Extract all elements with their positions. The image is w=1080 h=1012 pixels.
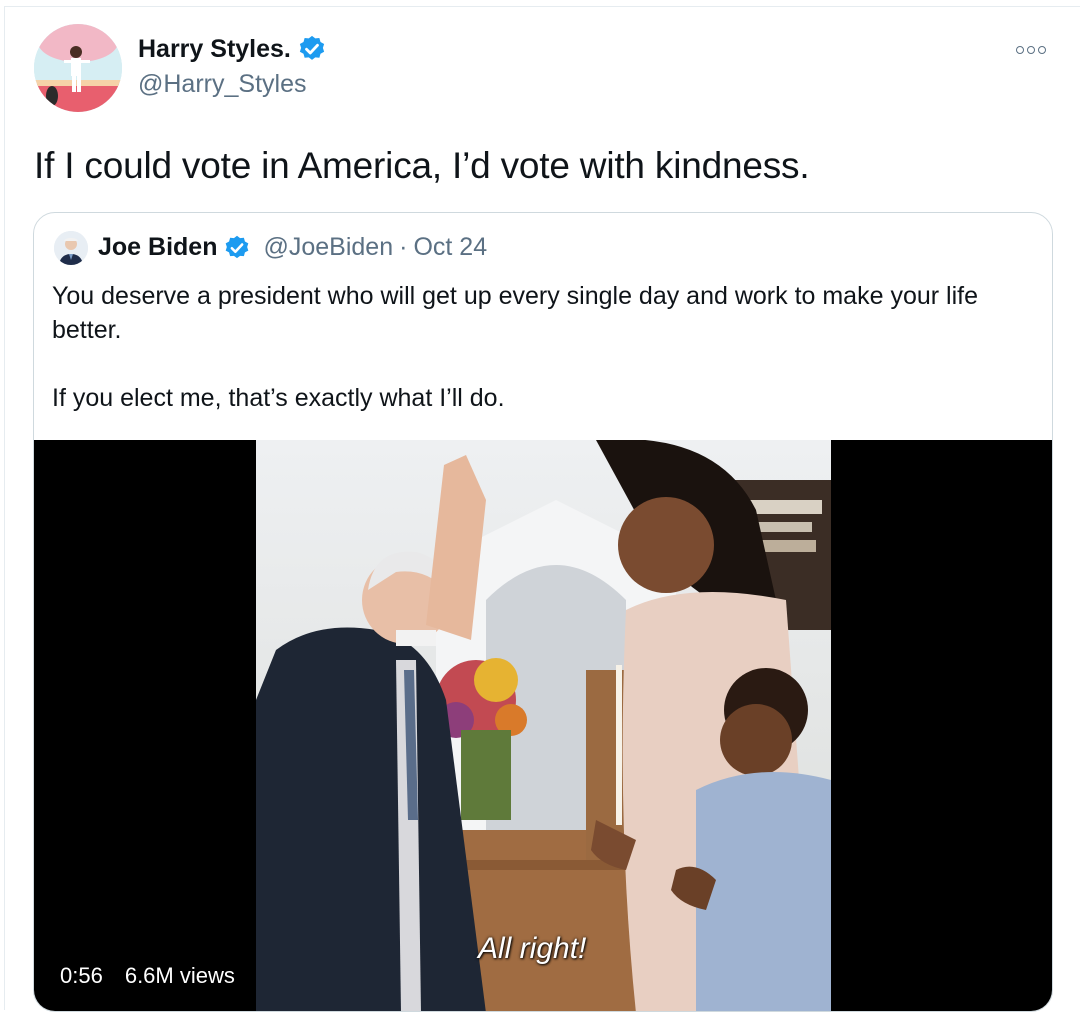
author-avatar[interactable] bbox=[34, 24, 122, 112]
video-player[interactable]: All right! 0:56 6.6M views bbox=[34, 440, 1052, 1011]
verified-badge-icon bbox=[223, 234, 251, 262]
author-name[interactable]: Harry Styles. bbox=[138, 34, 327, 64]
quoted-author-name[interactable]: Joe Biden bbox=[98, 233, 217, 262]
more-options-icon[interactable] bbox=[1016, 40, 1056, 60]
quoted-author-handle[interactable]: @JoeBiden bbox=[263, 233, 393, 262]
header-separator: · bbox=[399, 233, 408, 261]
video-thumbnail bbox=[256, 440, 831, 1011]
video-duration: 0:56 bbox=[60, 963, 103, 988]
quoted-avatar-image bbox=[54, 231, 88, 265]
video-meta-badge: 0:56 6.6M views bbox=[50, 958, 245, 994]
quoted-tweet-card[interactable]: Joe Biden @JoeBiden · Oct 24 You deserve… bbox=[33, 212, 1053, 1012]
video-caption: All right! bbox=[478, 932, 587, 965]
quoted-author-avatar[interactable] bbox=[54, 231, 88, 265]
more-dot bbox=[1016, 46, 1024, 54]
more-dot bbox=[1027, 46, 1035, 54]
quoted-tweet-text: You deserve a president who will get up … bbox=[52, 279, 1042, 415]
author-handle[interactable]: @Harry_Styles bbox=[138, 70, 306, 99]
video-views: 6.6M views bbox=[124, 963, 235, 988]
verified-badge-icon bbox=[297, 34, 327, 64]
tweet-text: If I could vote in America, I’d vote wit… bbox=[34, 145, 810, 186]
quoted-paragraph: You deserve a president who will get up … bbox=[52, 282, 978, 344]
quoted-tweet-header: Joe Biden @JoeBiden · Oct 24 bbox=[98, 233, 487, 262]
avatar-image bbox=[34, 24, 122, 112]
quoted-tweet-date[interactable]: Oct 24 bbox=[413, 233, 487, 262]
author-name-text[interactable]: Harry Styles. bbox=[138, 35, 291, 64]
more-dot bbox=[1038, 46, 1046, 54]
quoted-paragraph: If you elect me, that’s exactly what I’l… bbox=[52, 384, 505, 412]
